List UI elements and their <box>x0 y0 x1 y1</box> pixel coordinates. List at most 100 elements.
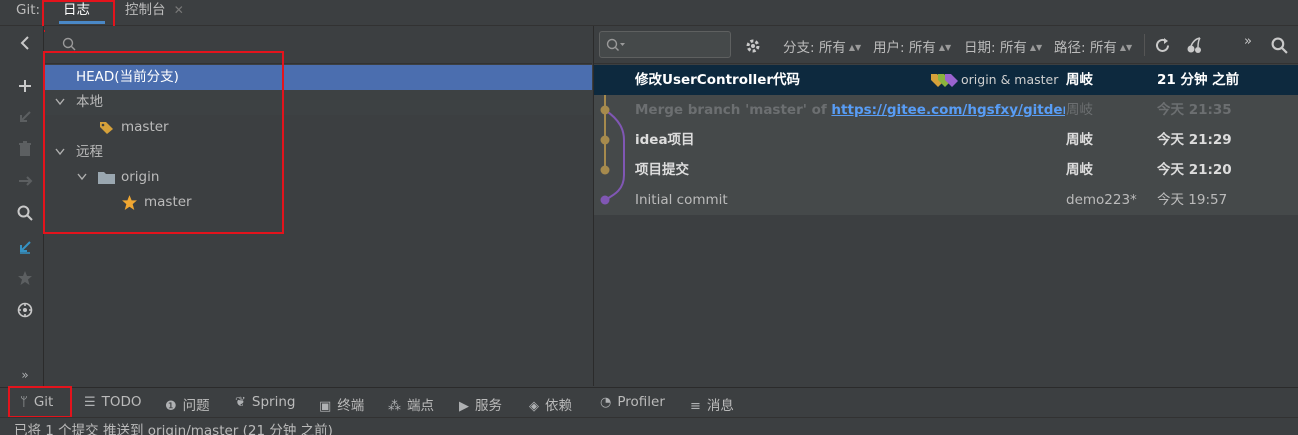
commit-message-wrap: Merge branch 'master' of https://gitee.c… <box>635 95 1065 125</box>
chevron-left-icon[interactable] <box>14 34 36 56</box>
bottom-tab-spring[interactable]: ❦ Spring <box>235 394 295 410</box>
sort-arrows-icon: ▲▼ <box>1119 43 1133 52</box>
filter-branch[interactable]: 分支: 所有 ▲▼ <box>783 36 861 56</box>
bottom-tab-services[interactable]: ▶ 服务 <box>459 394 502 414</box>
messages-icon: ≡ <box>690 399 701 414</box>
commit-row[interactable]: Initial commit demo223* 今天 19:57 <box>594 185 1298 215</box>
commit-row[interactable]: 修改UserController代码 origin & master 周岐 21… <box>594 65 1298 95</box>
settings-target-icon[interactable] <box>14 302 36 324</box>
tool-window-bar: ᛘ Git ☰ TODO ❶ 问题 ❦ Spring ▣ 终端 ⁂ 端点 ▶ 服务 ◈ 依赖 ◔… <box>0 387 1298 417</box>
filter-path[interactable]: 路径: 所有 ▲▼ <box>1054 36 1132 56</box>
tree-item-label: HEAD(当前分支) <box>76 69 179 85</box>
bottom-tab-profiler[interactable]: ◔ Profiler <box>600 394 665 410</box>
add-icon[interactable] <box>14 75 36 97</box>
bottom-tab-git[interactable]: ᛘ Git <box>20 394 53 410</box>
cherry-pick-icon[interactable] <box>1186 37 1203 54</box>
commit-author: demo223* <box>1066 192 1137 208</box>
status-bar: 已将 1 个提交 推送到 origin/master (21 分钟 之前) <box>0 417 1298 435</box>
commit-date: 今天 19:57 <box>1157 192 1228 208</box>
services-icon: ▶ <box>459 399 469 414</box>
terminal-icon: ▣ <box>319 399 332 414</box>
log-toolbar: 分支: 所有 ▲▼ 用户: 所有 ▲▼ 日期: 所有 ▲▼ 路径: 所有 ▲▼ » <box>594 26 1298 64</box>
bottom-tab-problems[interactable]: ❶ 问题 <box>165 394 210 414</box>
search-icon <box>62 37 76 51</box>
commit-author: 周岐 <box>1066 72 1093 88</box>
commit-message-link[interactable]: https://gitee.com/hgsfxy/gitdemo <box>831 102 1065 118</box>
checkout-arrow-icon <box>14 108 36 130</box>
git-side-toolbar: » <box>0 26 44 386</box>
commit-row[interactable]: idea项目 周岐 今天 21:29 <box>594 125 1298 155</box>
tree-item-remote[interactable]: 远程 <box>45 140 592 165</box>
filter-user[interactable]: 用户: 所有 ▲▼ <box>873 36 951 56</box>
chevron-down-icon[interactable] <box>55 148 65 156</box>
tool-window-title: Git: <box>16 2 41 18</box>
bottom-tab-terminal[interactable]: ▣ 终端 <box>319 394 364 414</box>
bottom-tab-endpoints[interactable]: ⁂ 端点 <box>388 394 434 414</box>
gear-icon[interactable] <box>744 37 762 55</box>
search-icon[interactable] <box>1271 37 1288 54</box>
star-icon <box>122 195 137 210</box>
filter-date[interactable]: 日期: 所有 ▲▼ <box>964 36 1042 56</box>
commit-row[interactable]: 项目提交 周岐 今天 21:20 <box>594 155 1298 185</box>
tree-item-label: origin <box>121 169 160 185</box>
commit-message: Initial commit <box>635 192 728 208</box>
chevron-down-icon[interactable] <box>55 98 65 106</box>
trash-icon <box>14 140 36 162</box>
branches-panel: HEAD(当前分支) 本地 master 远程 origin master <box>45 26 592 386</box>
active-tab-indicator <box>59 21 105 24</box>
sort-arrows-icon: ▲▼ <box>1029 43 1043 52</box>
tab-console[interactable]: 控制台 ✕ <box>115 0 194 26</box>
commit-date: 今天 21:20 <box>1157 162 1232 178</box>
commit-message: idea项目 <box>635 132 695 148</box>
refresh-icon[interactable] <box>1154 37 1171 54</box>
commit-refs: origin & master <box>961 72 1059 87</box>
filter-path-label: 路径: 所有 <box>1054 40 1117 56</box>
tree-item-local-master[interactable]: master <box>45 115 592 140</box>
bottom-tab-label: TODO <box>101 394 142 410</box>
tree-item-origin-master[interactable]: master <box>45 190 592 215</box>
close-tab-icon[interactable]: ✕ <box>174 3 184 17</box>
more-actions-icon[interactable]: » <box>1244 34 1252 49</box>
commit-message: 项目提交 <box>635 162 689 178</box>
commit-search-input[interactable] <box>599 31 731 58</box>
bottom-tab-label: Git <box>33 394 54 410</box>
branch-search-bar[interactable] <box>45 26 592 64</box>
commit-message: Merge branch 'master' of <box>635 102 832 118</box>
merge-icon <box>14 172 36 194</box>
bottom-tab-label: 服务 <box>475 398 502 414</box>
toolbar-divider <box>1144 34 1145 56</box>
commit-row[interactable]: Merge branch 'master' of https://gitee.c… <box>594 95 1298 125</box>
tree-item-head[interactable]: HEAD(当前分支) <box>45 65 592 90</box>
tree-item-label: master <box>144 194 192 210</box>
status-message[interactable]: 已将 1 个提交 推送到 origin/master (21 分钟 之前) <box>14 419 333 435</box>
tree-item-label: 远程 <box>76 144 103 160</box>
tab-log[interactable]: 日志 <box>53 0 109 26</box>
bottom-tab-messages[interactable]: ≡ 消息 <box>690 394 734 414</box>
search-icon[interactable] <box>14 205 36 227</box>
folder-icon <box>98 172 115 184</box>
tree-item-origin[interactable]: origin <box>45 165 592 190</box>
git-branch-icon: ᛘ <box>20 395 28 410</box>
git-tool-window-header: Git: 日志 控制台 ✕ <box>0 0 1298 26</box>
commit-date: 今天 21:29 <box>1157 132 1232 148</box>
commit-date: 21 分钟 之前 <box>1157 72 1240 88</box>
tree-item-local[interactable]: 本地 <box>45 90 592 115</box>
bottom-tab-dependencies[interactable]: ◈ 依赖 <box>529 394 572 414</box>
bottom-tab-todo[interactable]: ☰ TODO <box>84 394 142 410</box>
sort-arrows-icon: ▲▼ <box>848 43 862 52</box>
bottom-tab-label: 终端 <box>337 398 365 414</box>
update-project-icon[interactable] <box>14 238 36 260</box>
filter-user-label: 用户: 所有 <box>873 40 936 56</box>
commit-author: 周岐 <box>1066 102 1093 118</box>
expand-more-icon[interactable]: » <box>14 364 36 386</box>
chevron-down-icon[interactable] <box>77 173 87 181</box>
problems-icon: ❶ <box>165 399 177 414</box>
bottom-tab-label: Profiler <box>617 394 665 410</box>
commit-log-panel: 分支: 所有 ▲▼ 用户: 所有 ▲▼ 日期: 所有 ▲▼ 路径: 所有 ▲▼ » 修改… <box>593 26 1298 386</box>
commit-list: 修改UserController代码 origin & master 周岐 21… <box>594 65 1298 215</box>
commit-author: 周岐 <box>1066 162 1093 178</box>
commit-message: 修改UserController代码 <box>635 72 801 88</box>
bottom-tab-label: Spring <box>251 394 296 410</box>
bottom-tab-label: 消息 <box>706 398 734 414</box>
profiler-icon: ◔ <box>600 395 612 410</box>
